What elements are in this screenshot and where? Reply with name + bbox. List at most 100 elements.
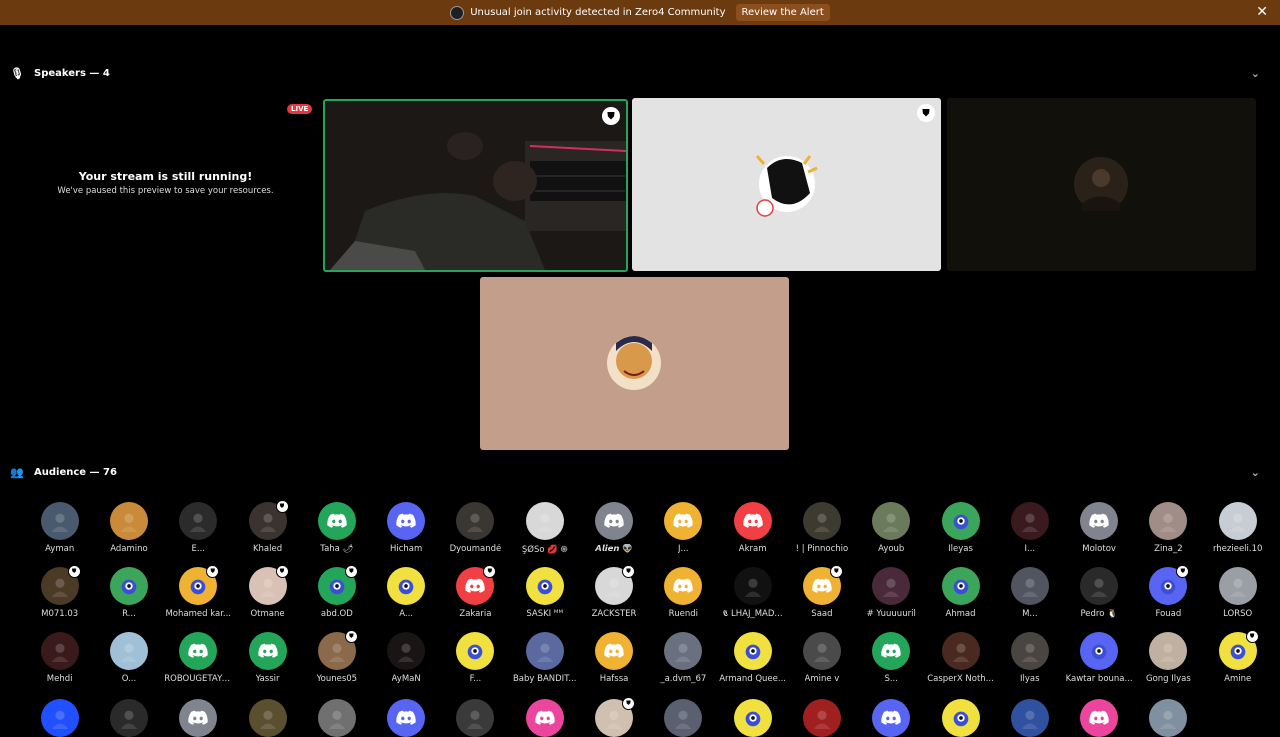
- avatar[interactable]: [109, 502, 148, 540]
- avatar[interactable]: ⛊: [248, 565, 289, 605]
- audience-member[interactable]: O...: [94, 632, 163, 684]
- audience-member[interactable]: Ruendi: [649, 567, 718, 619]
- audience-member[interactable]: ⛊ Saad: [787, 565, 856, 619]
- avatar[interactable]: [733, 502, 772, 540]
- avatar[interactable]: [664, 567, 703, 605]
- audience-member[interactable]: Ileyas: [926, 502, 995, 555]
- audience-member[interactable]: F...: [441, 632, 510, 684]
- avatar[interactable]: [387, 567, 426, 605]
- speaker-tile-2[interactable]: ⛊: [632, 98, 941, 271]
- avatar[interactable]: [872, 502, 911, 540]
- audience-member[interactable]: Akram: [718, 502, 787, 555]
- avatar[interactable]: [733, 567, 772, 605]
- audience-member[interactable]: Yassir: [233, 632, 302, 684]
- avatar[interactable]: [525, 632, 564, 670]
- avatar[interactable]: [941, 567, 980, 605]
- audience-member[interactable]: rhezieeli.10: [1203, 502, 1272, 555]
- audience-member[interactable]: 𝘼𝙡𝙞𝙚𝙣 👽: [579, 502, 648, 555]
- audience-member[interactable]: A...: [371, 567, 440, 619]
- avatar[interactable]: [1218, 502, 1257, 540]
- speaker-tile-3[interactable]: [947, 98, 1256, 271]
- avatar[interactable]: [387, 632, 426, 670]
- avatar[interactable]: ⛊: [595, 565, 636, 605]
- avatar[interactable]: [1010, 699, 1049, 737]
- avatar[interactable]: [317, 502, 356, 540]
- audience-member[interactable]: CasperX Noth...: [926, 632, 995, 684]
- review-alert-button[interactable]: Review the Alert: [735, 4, 830, 21]
- avatar[interactable]: ⛊: [248, 500, 289, 540]
- avatar[interactable]: [941, 699, 980, 737]
- avatar[interactable]: [109, 699, 148, 737]
- avatar[interactable]: [802, 632, 841, 670]
- audience-header[interactable]: 👥 Audience — 76 ⌄: [10, 462, 1260, 482]
- avatar[interactable]: [40, 502, 79, 540]
- audience-member[interactable]: ROBOUGETAYA ...: [164, 632, 233, 684]
- avatar[interactable]: ⛊: [802, 565, 843, 605]
- audience-member[interactable]: Taha 🌶: [302, 502, 371, 555]
- avatar[interactable]: [595, 632, 634, 670]
- audience-member[interactable]: R...: [94, 567, 163, 619]
- avatar[interactable]: [733, 632, 772, 670]
- audience-member[interactable]: [649, 699, 718, 737]
- avatar[interactable]: [872, 567, 911, 605]
- close-icon[interactable]: ✕: [1256, 4, 1268, 20]
- avatar[interactable]: [733, 699, 772, 737]
- audience-member[interactable]: Gong Ilyas: [1134, 632, 1203, 684]
- audience-member[interactable]: ⛊ Younes05: [302, 630, 371, 684]
- audience-member[interactable]: Armand Quee...: [718, 632, 787, 684]
- audience-member[interactable]: ⛊ abd.OD: [302, 565, 371, 619]
- audience-member[interactable]: ŞØSo 💋 ֍: [510, 502, 579, 555]
- avatar[interactable]: [664, 502, 703, 540]
- avatar[interactable]: ⛊: [317, 630, 358, 670]
- avatar[interactable]: [941, 502, 980, 540]
- audience-member[interactable]: Molotov: [1064, 502, 1133, 555]
- avatar[interactable]: [248, 632, 287, 670]
- audience-member[interactable]: Ayman: [25, 502, 94, 555]
- audience-member[interactable]: Baby BANDIT...: [510, 632, 579, 684]
- avatar[interactable]: [456, 632, 495, 670]
- audience-member[interactable]: [857, 699, 926, 737]
- audience-member[interactable]: ⛊ Amine: [1203, 630, 1272, 684]
- avatar[interactable]: [1080, 567, 1119, 605]
- avatar[interactable]: [1149, 632, 1188, 670]
- avatar[interactable]: [1149, 699, 1188, 737]
- audience-member[interactable]: ⛊ Otmane: [233, 565, 302, 619]
- audience-member[interactable]: _a.dvm_67: [649, 632, 718, 684]
- audience-member[interactable]: AyMaN: [371, 632, 440, 684]
- audience-member[interactable]: Ahmad: [926, 567, 995, 619]
- audience-member[interactable]: [441, 699, 510, 737]
- audience-member[interactable]: Mehdi: [25, 632, 94, 684]
- avatar[interactable]: [40, 699, 79, 737]
- avatar[interactable]: ⛊: [595, 697, 636, 737]
- avatar[interactable]: [456, 502, 495, 540]
- audience-member[interactable]: [302, 699, 371, 737]
- audience-member[interactable]: ⛊ Zakaria: [441, 565, 510, 619]
- audience-member[interactable]: 𝕮 LHAJ_MAD...: [718, 567, 787, 619]
- avatar[interactable]: [595, 502, 634, 540]
- avatar[interactable]: [1080, 502, 1119, 540]
- avatar[interactable]: [525, 699, 564, 737]
- avatar[interactable]: [1080, 699, 1119, 737]
- speaker-tile-4[interactable]: [480, 277, 789, 450]
- audience-member[interactable]: [510, 699, 579, 737]
- audience-member[interactable]: Pedro 🐧: [1064, 567, 1133, 619]
- audience-member[interactable]: [787, 699, 856, 737]
- avatar[interactable]: [179, 699, 218, 737]
- avatar[interactable]: [1149, 502, 1188, 540]
- avatar[interactable]: [387, 699, 426, 737]
- audience-member[interactable]: E...: [164, 502, 233, 555]
- audience-member[interactable]: [718, 699, 787, 737]
- audience-member[interactable]: [1134, 699, 1203, 737]
- avatar[interactable]: [387, 502, 426, 540]
- audience-member[interactable]: M...: [995, 567, 1064, 619]
- avatar[interactable]: [802, 502, 841, 540]
- avatar[interactable]: ⛊: [317, 565, 358, 605]
- audience-member[interactable]: Adamino: [94, 502, 163, 555]
- avatar[interactable]: [872, 699, 911, 737]
- avatar[interactable]: [802, 699, 841, 737]
- chevron-down-icon[interactable]: ⌄: [1251, 466, 1260, 479]
- audience-member[interactable]: [926, 699, 995, 737]
- avatar[interactable]: ⛊: [1149, 565, 1190, 605]
- avatar[interactable]: ⛊: [40, 565, 81, 605]
- audience-member[interactable]: Amine v: [787, 632, 856, 684]
